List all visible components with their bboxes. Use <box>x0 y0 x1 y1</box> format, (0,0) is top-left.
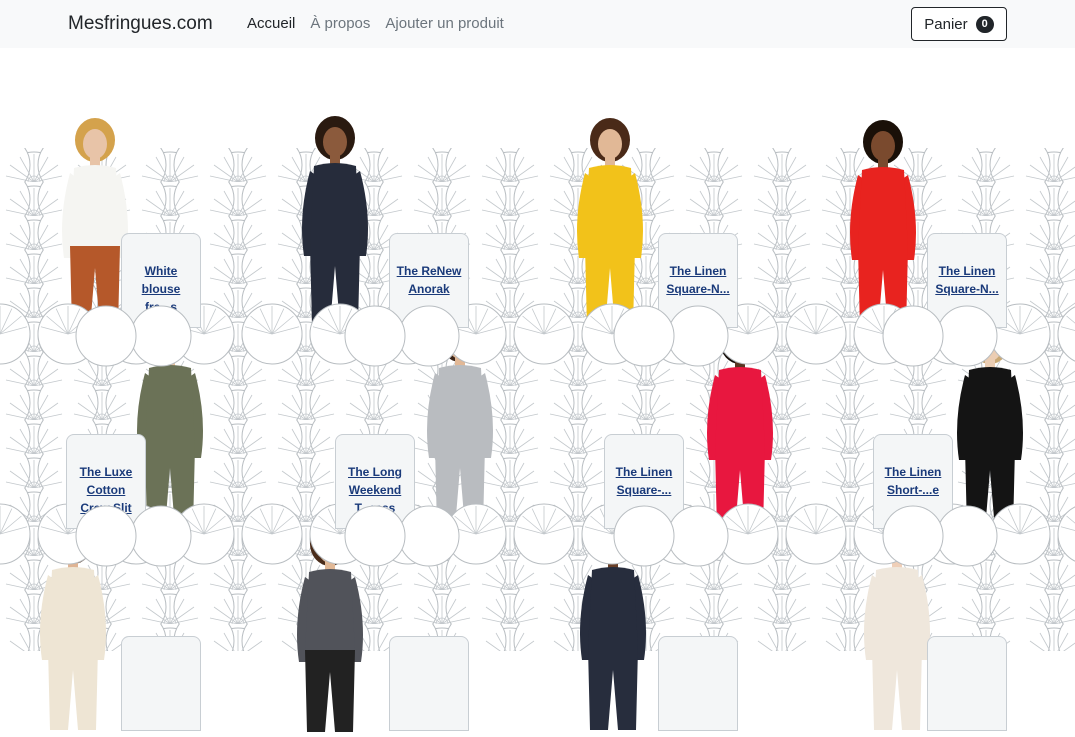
scallop-fan-front <box>130 305 192 367</box>
product-card <box>927 636 1007 731</box>
scallop-fan-front <box>398 505 460 567</box>
nav-link-accueil[interactable]: Accueil <box>247 15 295 32</box>
cart-label: Panier <box>924 15 968 33</box>
scallop-overlay-front <box>75 505 998 567</box>
model-top <box>858 167 908 250</box>
model-photo <box>302 116 368 326</box>
scallop-fan-front <box>667 305 729 367</box>
model-top <box>872 567 922 650</box>
model-top <box>588 567 638 650</box>
nav-link-a-propos[interactable]: À propos <box>310 15 370 32</box>
navbar: Mesfringues.com Accueil À propos Ajouter… <box>0 0 1075 48</box>
model-bottom <box>872 648 922 730</box>
model-face <box>598 129 622 159</box>
model-bottom <box>48 648 98 730</box>
scallop-fan-front <box>344 505 406 567</box>
model-top <box>305 569 355 652</box>
model-bottom <box>588 648 638 730</box>
scallop-fan-front <box>936 305 998 367</box>
cart-count-badge: 0 <box>975 15 994 33</box>
scallop-overlay-front <box>75 305 998 367</box>
model-top <box>715 367 765 450</box>
brand-link[interactable]: Mesfringues.com <box>68 13 213 35</box>
nav-link-ajouter-produit[interactable]: Ajouter un produit <box>385 15 503 32</box>
scallop-fan-front <box>613 305 675 367</box>
product-name-link[interactable]: The Linen Square-N... <box>935 264 998 296</box>
scallop-fan-front <box>75 505 137 567</box>
scallop-fan-front <box>130 505 192 567</box>
scallop-fan-front <box>882 305 944 367</box>
scallop-fan-front <box>75 305 137 367</box>
scallop-fan-front <box>936 505 998 567</box>
model-face <box>323 127 347 157</box>
model-top <box>310 163 360 246</box>
scallop-fan-front <box>613 505 675 567</box>
model-face <box>83 129 107 159</box>
model-top <box>435 365 485 448</box>
model-face <box>871 131 895 161</box>
product-card <box>389 636 469 731</box>
scallop-fan-front <box>398 305 460 367</box>
product-card <box>658 636 738 731</box>
product-name-link[interactable]: The ReNew Anorak <box>397 264 462 296</box>
model-top <box>965 367 1015 450</box>
scallop-fan-front <box>667 505 729 567</box>
model-top <box>145 365 195 448</box>
scallop-fan-front <box>882 505 944 567</box>
product-name-link[interactable]: The Linen Short-...e <box>885 465 942 497</box>
product-name-link[interactable]: The Linen Square-... <box>616 465 673 497</box>
scallop-fan-front <box>344 305 406 367</box>
nav-links: Accueil À propos Ajouter un produit <box>247 15 504 32</box>
product-card <box>121 636 201 731</box>
model-bottom <box>305 650 355 732</box>
model-top <box>70 165 120 248</box>
model-top <box>48 567 98 650</box>
product-name-link[interactable]: The Linen Square-N... <box>666 264 729 296</box>
cart-button[interactable]: Panier 0 <box>911 7 1007 41</box>
model-top <box>585 165 635 248</box>
